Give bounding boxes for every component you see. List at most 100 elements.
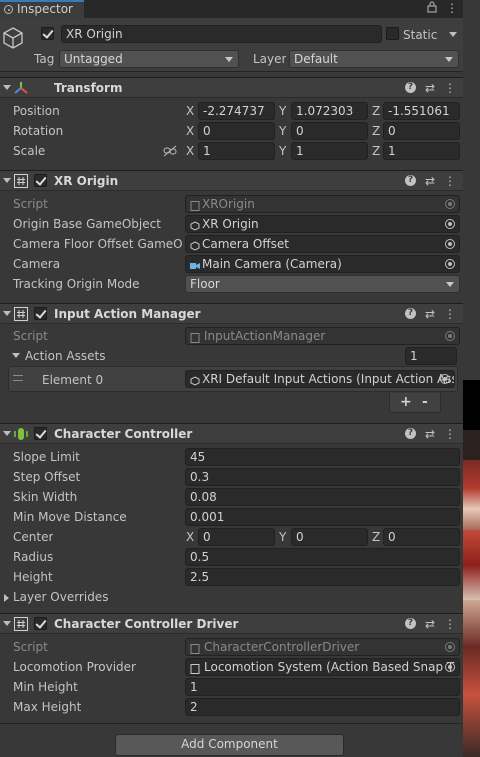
height-field[interactable]: 2.5	[185, 568, 460, 586]
layer-dropdown[interactable]: Default	[289, 50, 459, 68]
presets-icon[interactable]: ⇄	[423, 616, 437, 632]
layer-overrides-label[interactable]: Layer Overrides	[13, 589, 108, 605]
object-picker-icon[interactable]	[445, 662, 455, 672]
axis-x-label[interactable]: X	[186, 143, 194, 159]
context-menu-icon[interactable]: ⋮	[443, 616, 457, 632]
max-height-field[interactable]: 2	[185, 698, 460, 716]
foldout-arrow-icon[interactable]	[4, 594, 9, 602]
context-menu-icon[interactable]: ⋮	[443, 306, 457, 322]
locomotion-provider-field[interactable]: Locomotion System (Action Based Snap T	[185, 658, 460, 676]
foldout-arrow-icon[interactable]	[12, 353, 20, 358]
object-picker-icon[interactable]	[445, 259, 455, 269]
drag-handle-icon[interactable]	[13, 375, 23, 381]
center-x-field[interactable]: 0	[198, 528, 275, 546]
axis-y-label[interactable]: Y	[279, 123, 286, 139]
layer-dropdown-value: Default	[294, 52, 338, 66]
presets-icon[interactable]: ⇄	[423, 306, 437, 322]
presets-icon[interactable]: ⇄	[423, 80, 437, 96]
position-x-field[interactable]: -2.274737	[198, 102, 275, 120]
axis-x-label[interactable]: X	[186, 123, 194, 139]
center-y-field[interactable]: 0	[291, 528, 368, 546]
scale-z-field[interactable]: 1	[383, 142, 460, 160]
foldout-arrow-icon[interactable]	[3, 311, 11, 316]
tag-dropdown[interactable]: Untagged	[59, 50, 239, 68]
info-icon	[4, 5, 13, 14]
object-picker-icon[interactable]	[445, 239, 455, 249]
static-checkbox[interactable]	[386, 27, 399, 40]
script-field: XROrigin	[185, 195, 460, 213]
add-element-button[interactable]: +	[400, 394, 412, 410]
object-picker-icon[interactable]	[440, 374, 450, 384]
camera-field[interactable]: Main Camera (Camera)	[185, 255, 460, 273]
active-checkbox[interactable]	[41, 27, 54, 40]
step-offset-field[interactable]: 0.3	[185, 468, 460, 486]
lock-icon[interactable]	[425, 1, 439, 15]
help-icon[interactable]: ?	[405, 82, 416, 93]
min-height-field[interactable]: 1	[185, 678, 460, 696]
component-enabled-checkbox[interactable]	[34, 174, 47, 187]
axis-y-label[interactable]: Y	[279, 143, 286, 159]
tab-inspector[interactable]: Inspector	[0, 0, 84, 18]
action-assets-label[interactable]: Action Assets	[25, 348, 105, 364]
help-icon[interactable]: ?	[405, 618, 416, 629]
scale-y-field[interactable]: 1	[291, 142, 368, 160]
character-controller-icon	[14, 427, 28, 441]
scale-x-field[interactable]: 1	[198, 142, 275, 160]
context-menu-icon[interactable]: ⋮	[443, 426, 457, 442]
rotation-z-field[interactable]: 0	[383, 122, 460, 140]
axis-z-label[interactable]: Z	[372, 123, 380, 139]
position-y-field[interactable]: 1.072303	[291, 102, 368, 120]
add-component-button[interactable]: Add Component	[115, 734, 344, 756]
action-assets-count[interactable]: 1	[405, 347, 457, 365]
help-icon[interactable]: ?	[405, 428, 416, 439]
slope-limit-field[interactable]: 45	[185, 448, 460, 466]
static-dropdown-arrow-icon[interactable]	[449, 32, 457, 37]
gameobject-name-input[interactable]: XR Origin	[61, 25, 382, 43]
position-z-field[interactable]: -1.551061	[383, 102, 460, 120]
camera-offset-field[interactable]: Camera Offset	[185, 235, 460, 253]
axis-z-label[interactable]: Z	[372, 143, 380, 159]
foldout-arrow-icon[interactable]	[3, 85, 11, 90]
tracking-mode-dropdown[interactable]: Floor	[185, 275, 460, 293]
radius-field[interactable]: 0.5	[185, 548, 460, 566]
component-enabled-checkbox[interactable]	[34, 427, 47, 440]
component-enabled-checkbox[interactable]	[34, 617, 47, 630]
center-z-field[interactable]: 0	[383, 528, 460, 546]
axis-x-label[interactable]: X	[186, 529, 194, 545]
max-height-label: Max Height	[13, 700, 82, 714]
rotation-x-field[interactable]: 0	[198, 122, 275, 140]
layer-label: Layer	[253, 52, 287, 66]
xr-origin-header[interactable]: XR Origin ? ⇄ ⋮	[0, 170, 463, 191]
foldout-arrow-icon[interactable]	[3, 178, 11, 183]
presets-icon[interactable]: ⇄	[423, 173, 437, 189]
element-0-field[interactable]: XRI Default Input Actions (Input Action …	[185, 370, 455, 388]
locomotion-provider-value: Locomotion System (Action Based Snap T	[204, 660, 455, 674]
origin-base-field[interactable]: XR Origin	[185, 215, 460, 233]
axis-y-label[interactable]: Y	[279, 529, 286, 545]
help-icon[interactable]: ?	[405, 175, 416, 186]
input-action-manager-header[interactable]: Input Action Manager ? ⇄ ⋮	[0, 303, 463, 324]
axis-z-label[interactable]: Z	[372, 103, 380, 119]
axis-y-label[interactable]: Y	[279, 103, 286, 119]
character-controller-driver-header[interactable]: Character Controller Driver ? ⇄ ⋮	[0, 613, 463, 634]
rotation-y-field[interactable]: 0	[291, 122, 368, 140]
character-controller-header[interactable]: Character Controller ? ⇄ ⋮	[0, 423, 463, 444]
transform-header[interactable]: Transform ? ⇄ ⋮	[0, 77, 463, 98]
foldout-arrow-icon[interactable]	[3, 621, 11, 626]
component-enabled-checkbox[interactable]	[34, 307, 47, 320]
object-picker-icon[interactable]	[445, 219, 455, 229]
remove-element-button[interactable]: -	[422, 394, 428, 410]
axis-z-label[interactable]: Z	[372, 529, 380, 545]
more-options-icon[interactable]: ⋮	[445, 1, 459, 15]
presets-icon[interactable]: ⇄	[423, 426, 437, 442]
tracking-mode-value: Floor	[190, 277, 220, 291]
constrain-proportions-icon[interactable]	[163, 145, 177, 157]
context-menu-icon[interactable]: ⋮	[443, 80, 457, 96]
axis-x-label[interactable]: X	[186, 103, 194, 119]
transform-title: Transform	[54, 81, 123, 95]
min-move-distance-field[interactable]: 0.001	[185, 508, 460, 526]
context-menu-icon[interactable]: ⋮	[443, 173, 457, 189]
skin-width-field[interactable]: 0.08	[185, 488, 460, 506]
foldout-arrow-icon[interactable]	[3, 431, 11, 436]
help-icon[interactable]: ?	[405, 308, 416, 319]
